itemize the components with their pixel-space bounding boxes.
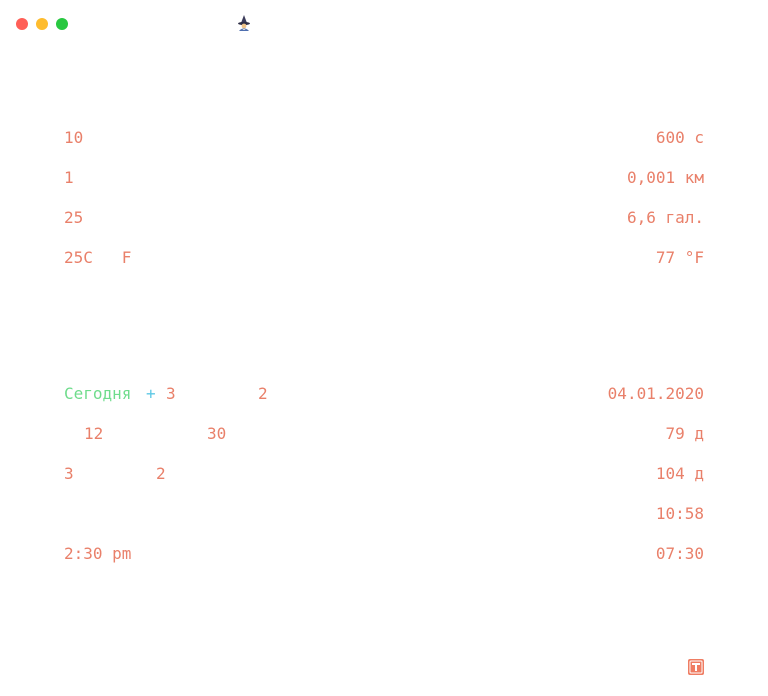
line-number: 2 xyxy=(156,464,166,483)
calc-line[interactable]: 25C F 77 °F xyxy=(64,247,704,269)
line-input: 1 xyxy=(64,168,74,187)
maximize-window-button[interactable] xyxy=(56,18,68,30)
plus-operator: + xyxy=(146,384,156,403)
line-result[interactable]: 6,6 гал. xyxy=(627,207,704,229)
close-window-button[interactable] xyxy=(16,18,28,30)
calc-line[interactable]: 10:58 xyxy=(64,503,704,525)
line-result[interactable]: 79 д xyxy=(665,423,704,445)
calc-line[interactable]: 1 0,001 км xyxy=(64,167,704,189)
calc-line[interactable]: 10 600 с xyxy=(64,127,704,149)
minimize-window-button[interactable] xyxy=(36,18,48,30)
line-input: 2:30 pm xyxy=(64,544,132,563)
line-result[interactable]: 07:30 xyxy=(656,543,704,565)
line-result[interactable]: 77 °F xyxy=(656,247,704,269)
calc-line[interactable]: 3 2 104 д xyxy=(64,463,704,485)
line-number: 30 xyxy=(207,424,227,443)
line-result[interactable]: 104 д xyxy=(656,463,704,485)
calc-line[interactable]: Сегодня + 3 2 04.01.2020 xyxy=(64,383,704,405)
line-input: 10 xyxy=(64,128,84,147)
line-number: 3 xyxy=(64,464,74,483)
today-keyword: Сегодня xyxy=(64,384,132,403)
line-number: 3 xyxy=(166,384,176,403)
wizard-icon xyxy=(235,14,253,32)
line-number: 2 xyxy=(258,384,268,403)
calc-line[interactable]: 12 30 79 д xyxy=(64,423,704,445)
line-result[interactable]: 600 с xyxy=(656,127,704,149)
line-input: 25C F xyxy=(64,248,132,267)
calc-line[interactable]: 25 6,6 гал. xyxy=(64,207,704,229)
text-t-icon[interactable] xyxy=(688,659,704,675)
calc-line[interactable]: 2:30 pm 07:30 xyxy=(64,543,704,565)
line-result[interactable]: 0,001 км xyxy=(627,167,704,189)
line-number: 12 xyxy=(84,424,104,443)
title-bar xyxy=(0,0,768,48)
line-result[interactable]: 04.01.2020 xyxy=(608,383,704,405)
line-input: 25 xyxy=(64,208,84,227)
line-result[interactable]: 10:58 xyxy=(656,503,704,525)
